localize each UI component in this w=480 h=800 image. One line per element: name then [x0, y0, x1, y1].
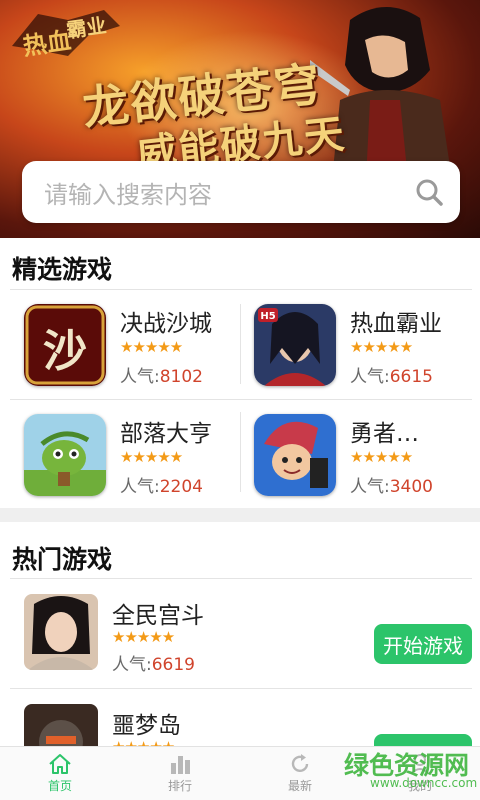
game-name: 全民宫斗	[112, 603, 204, 629]
user-icon	[410, 754, 430, 775]
popularity-value: 2204	[159, 477, 203, 497]
ranking-icon	[171, 756, 190, 774]
nav-latest[interactable]: 最新	[240, 747, 360, 800]
search-bar[interactable]: 请输入搜索内容	[22, 161, 460, 223]
svg-text:霸业: 霸业	[65, 13, 108, 42]
nav-label: 排行	[167, 779, 192, 793]
popularity-value: 6619	[151, 655, 195, 675]
popularity: 人气:6619	[112, 650, 195, 675]
game-icon-rexue: H5	[254, 304, 336, 386]
popularity-label: 人气:	[350, 477, 390, 497]
game-name: 部落大亨	[120, 421, 212, 447]
popularity: 人气:2204	[120, 472, 203, 497]
game-name: 决战沙城	[120, 311, 212, 337]
featured-game-card[interactable]: 沙 决战沙城 ★★★★★ 人气:8102	[12, 290, 242, 398]
nav-label: 最新	[287, 779, 312, 793]
featured-game-card[interactable]: 勇者… ★★★★★ 人气:3400	[242, 400, 472, 508]
rating-stars: ★★★★★	[350, 338, 413, 356]
game-name: 勇者…	[350, 421, 419, 447]
game-icon-yongzhe	[254, 414, 336, 496]
nav-mine[interactable]: 我的	[360, 747, 480, 800]
bottom-navigation: 首页 排行 最新 我的	[0, 746, 480, 800]
game-logo: 热血 霸业	[12, 10, 120, 60]
divider	[10, 688, 472, 689]
popularity-label: 人气:	[350, 367, 390, 387]
divider	[10, 578, 472, 579]
nav-label: 首页	[47, 779, 72, 793]
svg-text:热血: 热血	[21, 25, 73, 60]
popularity-label: 人气:	[120, 367, 160, 387]
popularity-label: 人气:	[112, 655, 152, 675]
game-name: 热血霸业	[350, 311, 442, 337]
game-icon-buluo	[24, 414, 106, 496]
column-divider	[240, 304, 241, 384]
hot-game-item[interactable]: 全民宫斗 ★★★★★ 人气:6619 开始游戏	[0, 580, 480, 690]
popularity-label: 人气:	[120, 477, 160, 497]
featured-game-card[interactable]: 部落大亨 ★★★★★ 人气:2204	[12, 400, 242, 508]
popularity: 人气:6615	[350, 362, 433, 387]
featured-game-card[interactable]: H5 热血霸业 ★★★★★ 人气:6615	[242, 290, 472, 398]
refresh-icon	[291, 754, 309, 773]
svg-text:H5: H5	[260, 311, 275, 322]
column-divider	[240, 412, 241, 492]
popularity-value: 6615	[389, 367, 433, 387]
nav-label: 我的	[407, 779, 432, 793]
popularity: 人气:3400	[350, 472, 433, 497]
game-name: 噩梦岛	[112, 713, 181, 739]
popularity-value: 8102	[159, 367, 203, 387]
game-icon-juezhan: 沙	[24, 304, 106, 386]
nav-home[interactable]: 首页	[0, 747, 120, 800]
search-icon[interactable]	[398, 161, 460, 223]
popularity-value: 3400	[389, 477, 433, 497]
game-icon-quanmin	[24, 594, 98, 670]
search-input[interactable]: 请输入搜索内容	[22, 175, 398, 210]
rating-stars: ★★★★★	[120, 338, 183, 356]
nav-ranking[interactable]: 排行	[120, 747, 240, 800]
section-separator	[0, 508, 480, 522]
hot-section-title: 热门游戏	[12, 545, 113, 574]
rating-stars: ★★★★★	[350, 448, 413, 466]
start-game-button[interactable]: 开始游戏	[374, 624, 472, 664]
popularity: 人气:8102	[120, 362, 203, 387]
rating-stars: ★★★★★	[112, 628, 175, 646]
rating-stars: ★★★★★	[120, 448, 183, 466]
svg-text:沙: 沙	[43, 326, 87, 377]
featured-section-title: 精选游戏	[12, 255, 113, 284]
home-icon	[49, 754, 71, 774]
